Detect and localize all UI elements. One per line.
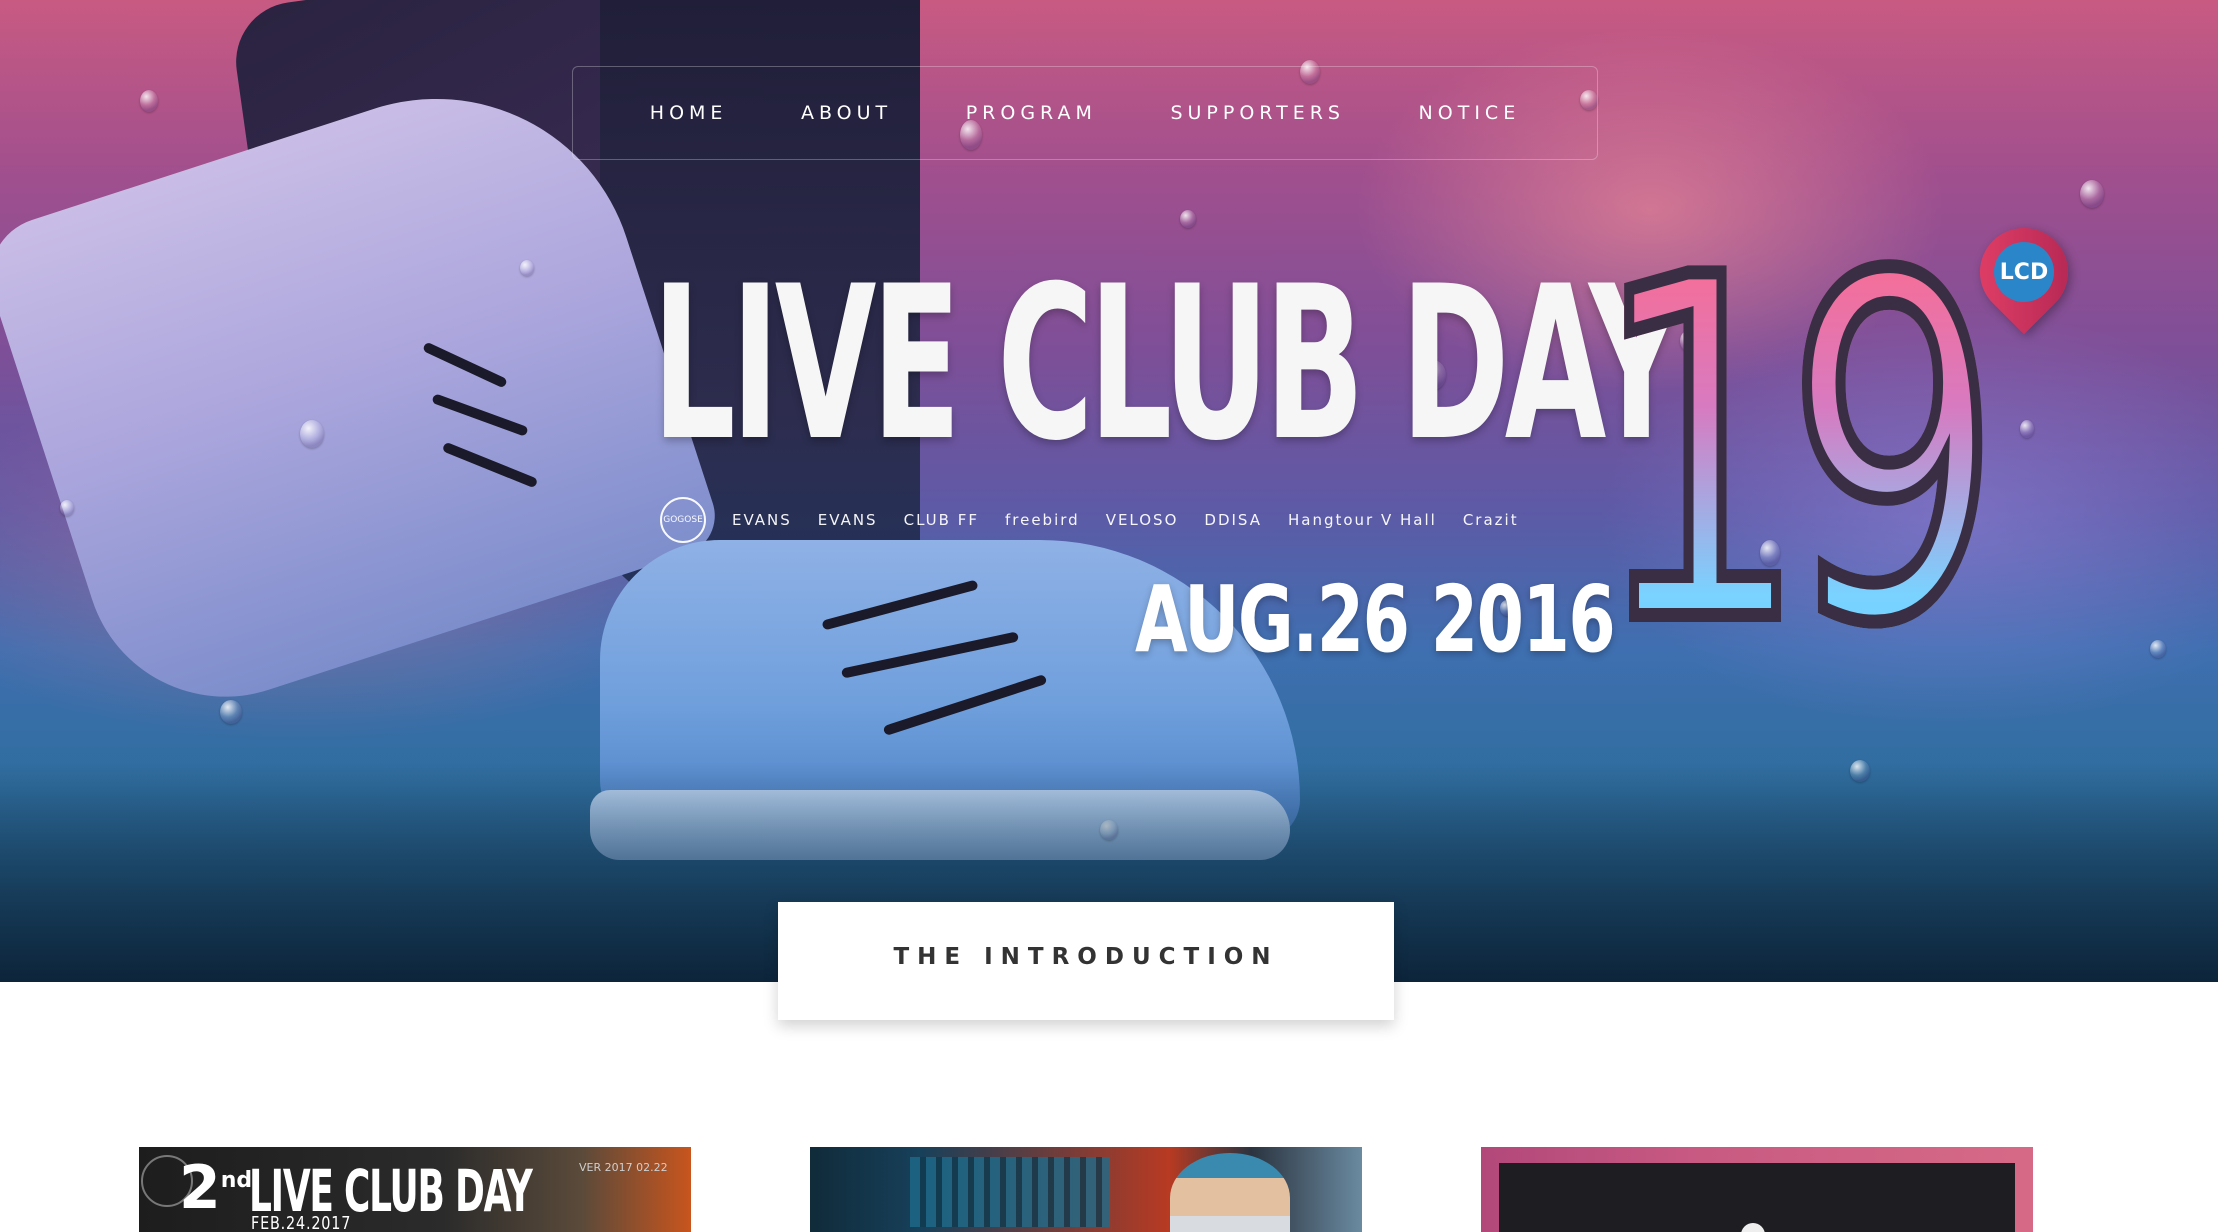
raindrop [220, 700, 242, 724]
sponsor-logos: GOGOSE EVANS EVANS CLUB FF freebird VELO… [660, 497, 1520, 543]
card-video-screen [1499, 1163, 2015, 1232]
sponsor-logo: EVANS [732, 511, 792, 529]
event-date: AUG.26 2016 [1135, 566, 1616, 673]
raindrop [520, 260, 534, 276]
card-image-board [910, 1157, 1110, 1227]
hero-banner: HOME ABOUT PROGRAM SUPPORTERS NOTICE LIV… [0, 0, 2218, 982]
event-title: LIVE CLUB DAY [652, 240, 1684, 487]
raindrop [2020, 420, 2034, 438]
card-image-performer [1170, 1153, 1290, 1232]
sponsor-logo: CLUB FF [903, 511, 979, 529]
sponsor-logo: VELOSO [1105, 511, 1179, 529]
introduction-label: THE INTRODUCTION [893, 944, 1279, 970]
raindrop [1180, 210, 1196, 228]
raindrop [2150, 640, 2166, 658]
sponsor-logo: freebird [1004, 511, 1080, 529]
introduction-tab[interactable]: THE INTRODUCTION [778, 902, 1394, 1020]
location-pin-icon: LCD [1961, 209, 2087, 335]
sponsor-logo: Crazit [1462, 511, 1519, 529]
nav-program[interactable]: PROGRAM [966, 102, 1097, 124]
event-card-2nd-anniversary[interactable]: 2nd LIVE CLUB DAY FEB.24.2017 VER 2017 0… [139, 1147, 691, 1232]
sponsor-logo: GOGOSE [660, 497, 706, 543]
nav-notice[interactable]: NOTICE [1419, 102, 1521, 124]
sponsor-logo: DDISA [1204, 511, 1262, 529]
raindrop [60, 500, 74, 516]
raindrop [2080, 180, 2104, 208]
card-anniversary-number: 2nd [179, 1153, 253, 1223]
sponsor-logo: Hangtour V Hall [1287, 511, 1437, 529]
nav-about[interactable]: ABOUT [801, 102, 892, 124]
lcd-logo: LCD [1994, 242, 2054, 302]
card-version: VER 2017 02.22 [579, 1161, 668, 1174]
raindrop [300, 420, 324, 448]
event-card-video[interactable] [1481, 1147, 2033, 1232]
raindrop [140, 90, 158, 112]
event-card-performer[interactable] [810, 1147, 1362, 1232]
main-nav: HOME ABOUT PROGRAM SUPPORTERS NOTICE [572, 66, 1598, 160]
nav-home[interactable]: HOME [650, 102, 728, 124]
card-date: FEB.24.2017 [251, 1213, 352, 1232]
sponsor-logo: EVANS [817, 511, 878, 529]
nav-supporters[interactable]: SUPPORTERS [1170, 102, 1345, 124]
event-edition-number: 19 [1587, 179, 2006, 726]
